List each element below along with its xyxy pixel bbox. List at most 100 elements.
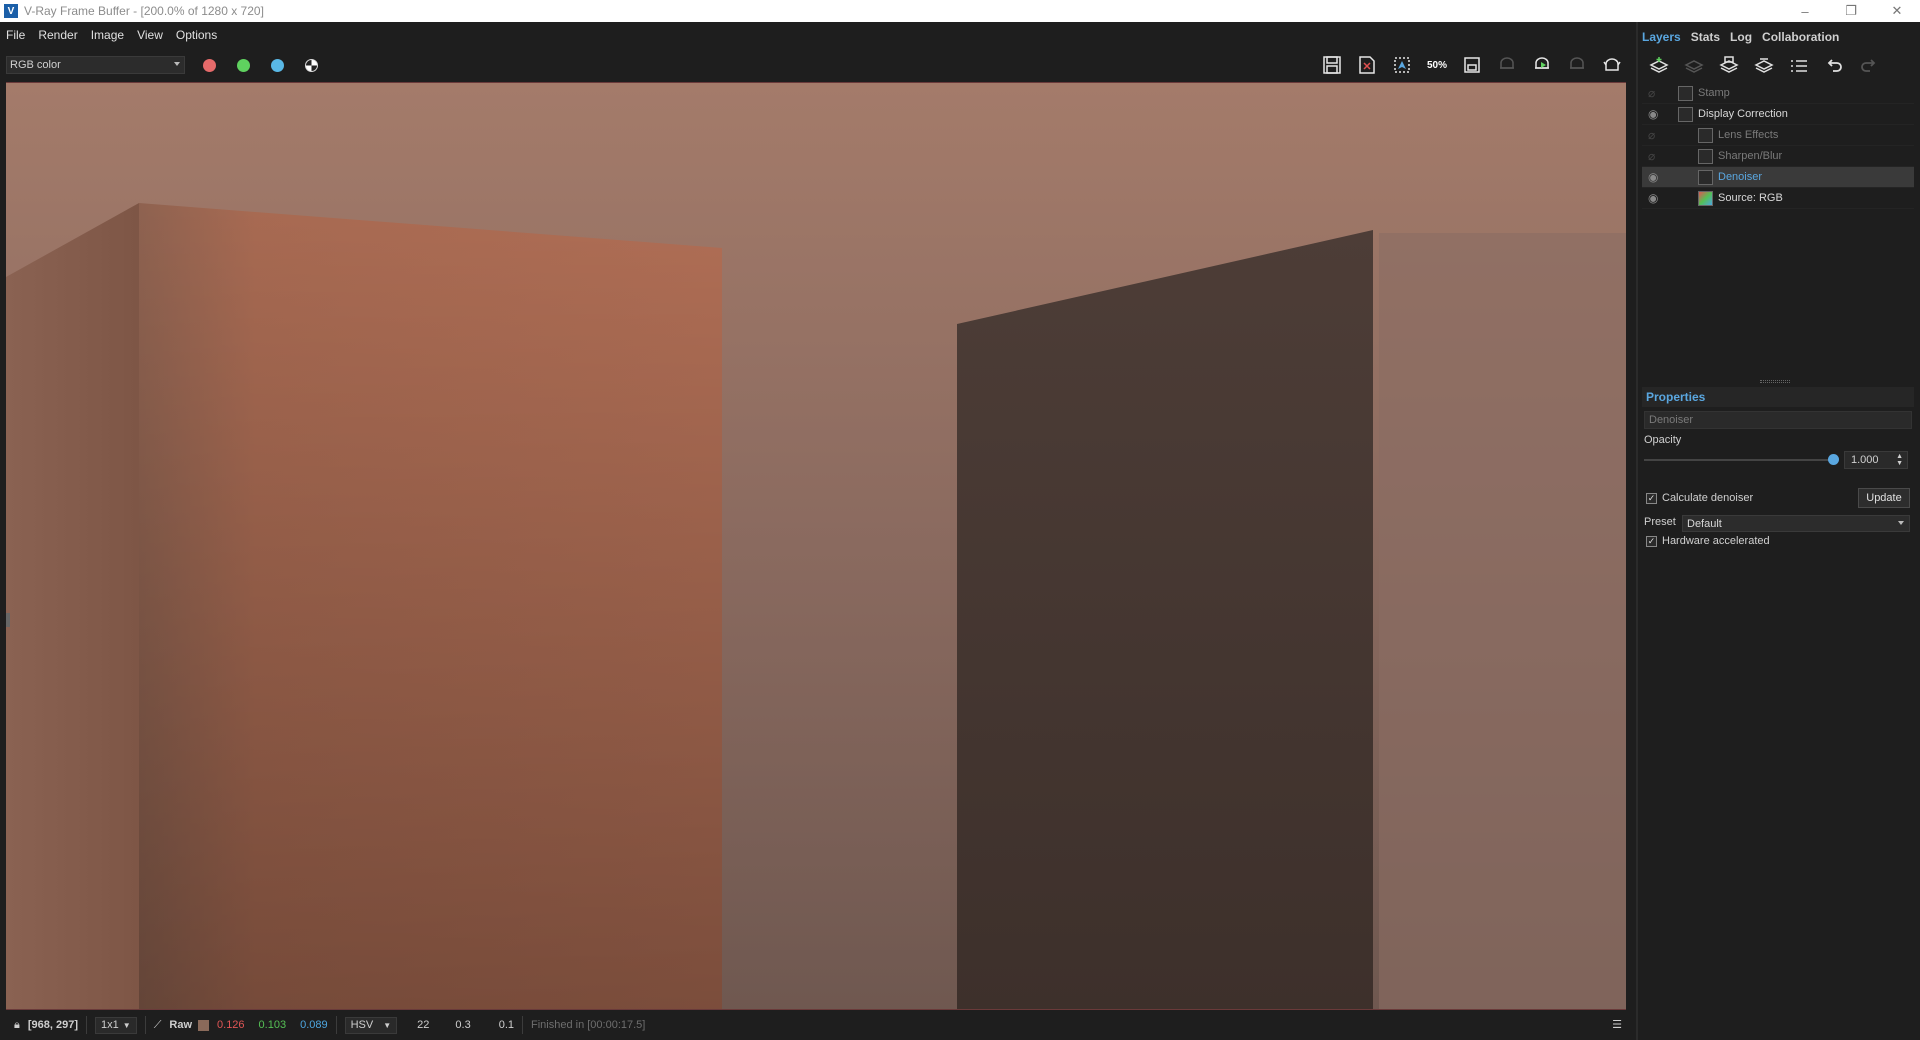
clear-image-icon[interactable] (1355, 54, 1379, 76)
layer-stamp[interactable]: ⌀ Stamp (1642, 83, 1914, 104)
blue-channel-button[interactable] (271, 58, 284, 72)
render-icon[interactable] (1530, 54, 1554, 76)
menu-options[interactable]: Options (176, 28, 217, 42)
sample-size-select[interactable]: 1x1 ▼ (95, 1016, 137, 1034)
curve-layer-icon (1678, 106, 1693, 122)
lock-icon[interactable]: 🔒︎ (14, 1019, 20, 1032)
preset-select[interactable]: Default (1682, 515, 1910, 532)
divider (144, 1016, 146, 1034)
layer-sharpen-blur[interactable]: ⌀ Sharpen/Blur (1642, 146, 1914, 167)
value-value: 0.1 (498, 1019, 514, 1031)
layer-name: Display Correction (1698, 108, 1788, 120)
render-viewport[interactable] (6, 82, 1626, 1010)
panel-tabs: Layers Stats Log Collaboration (1638, 22, 1920, 52)
create-layer-icon[interactable] (1648, 56, 1670, 76)
region-render-icon[interactable] (1390, 54, 1414, 76)
visibility-off-icon[interactable]: ⌀ (1648, 128, 1662, 142)
window-title: V-Ray Frame Buffer - [200.0% of 1280 x 7… (24, 4, 264, 18)
delete-layer-icon[interactable] (1683, 56, 1705, 76)
opacity-value: 1.000 (1851, 454, 1879, 466)
red-channel-button[interactable] (203, 58, 216, 72)
mouse-coords: [968, 297] (27, 1019, 79, 1031)
tab-log[interactable]: Log (1730, 30, 1752, 44)
menu-image[interactable]: Image (91, 28, 124, 42)
channel-select[interactable]: RGB color (6, 56, 185, 74)
layer-display-correction[interactable]: ◉ Display Correction (1642, 104, 1914, 125)
visibility-off-icon[interactable]: ⌀ (1648, 149, 1662, 163)
status-bar: 🔒︎ [968, 297] 1x1 ▼ ⟋ Raw 0.126 0.103 0.0… (0, 1010, 1636, 1040)
chevron-down-icon: ▼ (122, 1020, 131, 1030)
load-layers-icon[interactable] (1753, 56, 1775, 76)
chevron-down-icon: ▼ (383, 1020, 392, 1030)
layer-name: Source: RGB (1718, 192, 1783, 204)
interactive-render-icon[interactable] (1495, 54, 1519, 76)
calculate-denoiser-label: Calculate denoiser (1662, 492, 1754, 504)
layer-name: Sharpen/Blur (1718, 150, 1783, 162)
calculate-denoiser-checkbox[interactable]: ✓ (1646, 493, 1657, 504)
menu-file[interactable]: File (6, 28, 25, 42)
layer-lens-effects[interactable]: ⌀ Lens Effects (1642, 125, 1914, 146)
vray-logo-icon: V (4, 4, 18, 18)
undo-icon[interactable] (1823, 56, 1845, 76)
main-toolbar: RGB color 50% (0, 48, 1636, 82)
stop-render-icon[interactable] (1565, 54, 1589, 76)
minimize-button[interactable]: – (1782, 0, 1828, 22)
layer-denoiser[interactable]: ◉ Denoiser (1642, 167, 1914, 188)
layer-name: Lens Effects (1718, 129, 1779, 141)
tab-stats[interactable]: Stats (1691, 30, 1720, 44)
tab-layers[interactable]: Layers (1642, 30, 1681, 44)
track-mouse-icon[interactable] (1460, 54, 1484, 76)
green-channel-button[interactable] (237, 58, 250, 72)
visibility-off-icon[interactable]: ⌀ (1648, 86, 1662, 100)
sample-size-value: 1x1 (101, 1019, 119, 1031)
update-button[interactable]: Update (1858, 488, 1910, 508)
eye-icon[interactable]: ◉ (1648, 107, 1662, 121)
menu-render[interactable]: Render (38, 28, 77, 42)
menu-view[interactable]: View (137, 28, 163, 42)
blue-value: 0.089 (300, 1019, 328, 1031)
teapot-render-icon[interactable] (1600, 54, 1624, 76)
properties-header: Properties (1642, 387, 1914, 407)
opacity-label: Opacity (1644, 434, 1682, 446)
panel-splitter[interactable] (1760, 380, 1790, 383)
hardware-accelerated-checkbox[interactable]: ✓ (1646, 536, 1657, 547)
eye-icon[interactable]: ◉ (1648, 170, 1662, 184)
layer-tree: ⌀ Stamp ◉ Display Correction ⌀ Lens Effe… (1642, 83, 1914, 209)
red-value: 0.126 (217, 1019, 245, 1031)
opacity-spinbox[interactable]: 1.000 ▲ ▼ (1844, 451, 1908, 469)
menu-bar: File Render Image View Options (0, 22, 1636, 48)
raw-mode-label[interactable]: Raw (169, 1019, 192, 1031)
color-space-select[interactable]: HSV ▼ (344, 1016, 398, 1034)
restore-button[interactable]: ❐ (1828, 0, 1874, 22)
layer-name: Denoiser (1718, 171, 1763, 183)
status-message: Finished in [00:00:17.5] (531, 1019, 646, 1031)
layer-name-field[interactable]: Denoiser (1644, 411, 1912, 429)
zoom-50-icon[interactable]: 50% (1425, 54, 1449, 76)
layer-name: Stamp (1698, 87, 1730, 99)
history-icon[interactable]: ☰ (1612, 1018, 1622, 1031)
alpha-channel-button[interactable] (305, 58, 318, 72)
layer-source-rgb[interactable]: ◉ Source: RGB (1642, 188, 1914, 209)
save-layers-icon[interactable] (1718, 56, 1740, 76)
list-icon[interactable] (1788, 56, 1810, 76)
save-icon[interactable] (1320, 54, 1344, 76)
rendered-image (6, 83, 1626, 1009)
opacity-slider-handle[interactable] (1828, 454, 1839, 465)
divider (522, 1016, 523, 1034)
green-value: 0.103 (258, 1019, 287, 1031)
tab-collaboration[interactable]: Collaboration (1762, 30, 1839, 44)
channel-select-value: RGB color (10, 59, 61, 71)
hue-value: 22 (417, 1019, 430, 1031)
close-button[interactable]: ✕ (1874, 0, 1920, 22)
hardware-accelerated-label: Hardware accelerated (1662, 535, 1770, 547)
opacity-slider[interactable] (1644, 459, 1834, 461)
curve-icon[interactable]: ⟋ (154, 1019, 162, 1032)
stamp-layer-icon (1678, 85, 1693, 101)
spinner-arrows-icon[interactable]: ▲ ▼ (1896, 453, 1903, 467)
divider (86, 1016, 88, 1034)
eye-icon[interactable]: ◉ (1648, 191, 1662, 205)
viewport-handle[interactable] (6, 613, 10, 627)
color-swatch (198, 1019, 210, 1031)
preset-value: Default (1687, 517, 1722, 530)
redo-icon[interactable] (1858, 56, 1880, 76)
